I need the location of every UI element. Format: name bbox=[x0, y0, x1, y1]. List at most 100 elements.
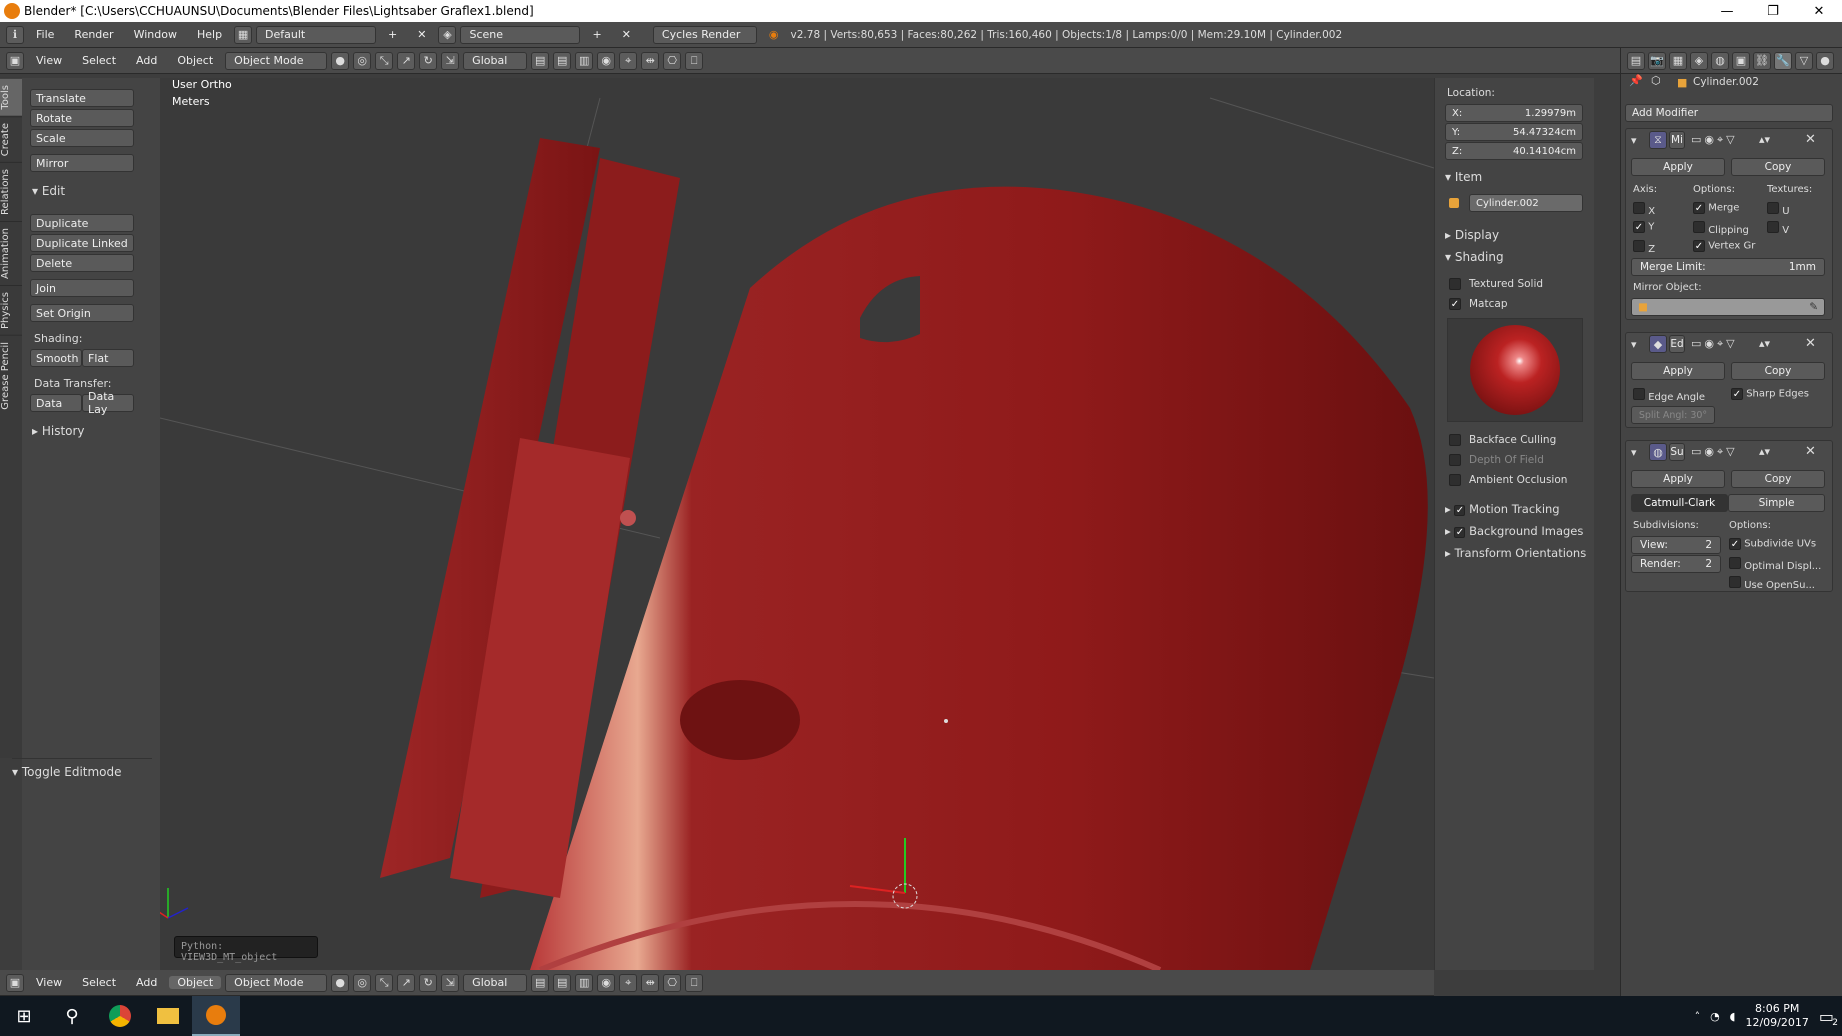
tab-relations[interactable]: Relations bbox=[0, 161, 22, 221]
menu-file[interactable]: File bbox=[28, 28, 62, 41]
bottom-orientation-select[interactable]: Global bbox=[463, 973, 528, 992]
mirror-vertex-group-toggle[interactable]: ✓ Vertex Gr bbox=[1693, 240, 1755, 252]
orientation-select[interactable]: Global bbox=[463, 51, 528, 70]
subsurf-display-icons[interactable]: ▭◉⌖▽ bbox=[1691, 445, 1738, 459]
world-tab-icon[interactable]: ◍ bbox=[1711, 51, 1729, 70]
motion-tracking-header[interactable]: ▸ ✓ Motion Tracking bbox=[1445, 502, 1560, 516]
mirror-axis-x-checkbox[interactable] bbox=[1633, 202, 1645, 214]
shading-panel-header[interactable]: ▾ Shading bbox=[1445, 250, 1504, 264]
blender-taskbar-icon[interactable] bbox=[192, 996, 240, 1036]
data-tab-icon[interactable]: ▽ bbox=[1795, 51, 1813, 70]
render-levels-field[interactable]: Render: 2 bbox=[1631, 555, 1721, 573]
translate-manipulator-icon[interactable]: ↗ bbox=[397, 51, 416, 70]
mode-select[interactable]: Object Mode bbox=[225, 51, 328, 70]
cylinder-body[interactable] bbox=[530, 186, 1428, 970]
mirror-merge-toggle[interactable]: ✓ Merge bbox=[1693, 202, 1739, 214]
matcap-preview[interactable] bbox=[1447, 318, 1583, 422]
search-icon[interactable]: ⚲ bbox=[48, 996, 96, 1036]
subsurf-name-field[interactable]: Su bbox=[1669, 443, 1685, 461]
duplicate-button[interactable]: Duplicate bbox=[30, 214, 134, 232]
bottom-menu-add[interactable]: Add bbox=[128, 976, 165, 989]
mirror-axis-y-checkbox[interactable]: ✓ bbox=[1633, 221, 1645, 233]
mirror-axis-z-toggle[interactable]: Z bbox=[1633, 240, 1655, 255]
mirror-clipping-checkbox[interactable] bbox=[1693, 221, 1705, 233]
optimal-display-checkbox[interactable] bbox=[1729, 557, 1741, 569]
use-opensubdiv-toggle[interactable]: Use OpenSu... bbox=[1729, 576, 1815, 591]
mirror-display-icons[interactable]: ▭◉⌖▽ bbox=[1691, 133, 1738, 147]
menu-render[interactable]: Render bbox=[66, 28, 121, 41]
windows-start-icon[interactable]: ⊞ bbox=[0, 996, 48, 1036]
depth-of-field-checkbox[interactable] bbox=[1449, 454, 1461, 466]
eyedropper-icon[interactable]: ✎ bbox=[1809, 301, 1818, 313]
menu-window[interactable]: Window bbox=[126, 28, 185, 41]
edge-angle-checkbox[interactable] bbox=[1633, 388, 1645, 400]
subdivide-uvs-toggle[interactable]: ✓ Subdivide UVs bbox=[1729, 538, 1816, 550]
remove-scene-icon[interactable]: ✕ bbox=[614, 28, 639, 41]
rotate-manipulator-icon[interactable]: ↻ bbox=[419, 51, 438, 70]
textured-solid-toggle[interactable]: Textured Solid bbox=[1449, 278, 1543, 290]
bottom-snap-icon[interactable]: ⌖ bbox=[619, 973, 638, 992]
background-images-checkbox[interactable]: ✓ bbox=[1454, 527, 1466, 538]
file-explorer-icon[interactable] bbox=[144, 996, 192, 1036]
motion-tracking-checkbox[interactable]: ✓ bbox=[1454, 505, 1466, 516]
bottom-menu-select[interactable]: Select bbox=[74, 976, 124, 989]
opengl-anim-icon[interactable]: ⎕ bbox=[685, 51, 704, 70]
delete-button[interactable]: Delete bbox=[30, 254, 134, 272]
bottom-snap-target-icon[interactable]: ⇹ bbox=[641, 973, 660, 992]
mirror-move-icon[interactable]: ▴▾ bbox=[1759, 133, 1770, 146]
mirror-apply-button[interactable]: Apply bbox=[1631, 158, 1725, 176]
properties-editor-icon[interactable]: ▤ bbox=[1627, 51, 1645, 70]
merge-limit-field[interactable]: Merge Limit: 1mm bbox=[1631, 258, 1825, 276]
bottom-viewport-shading-icon[interactable]: ● bbox=[331, 973, 350, 992]
transform-orientations-header[interactable]: ▸ Transform Orientations bbox=[1445, 546, 1586, 560]
join-button[interactable]: Join bbox=[30, 279, 134, 297]
translate-button[interactable]: Translate bbox=[30, 89, 134, 107]
edgesplit-remove-icon[interactable]: ✕ bbox=[1805, 336, 1816, 351]
bottom-translate-icon[interactable]: ↗ bbox=[397, 973, 416, 992]
scene-icon[interactable]: ◈ bbox=[438, 25, 457, 44]
bottom-pivot-icon[interactable]: ◎ bbox=[353, 973, 372, 992]
location-z-field[interactable]: Z: 40.14104cm bbox=[1445, 142, 1583, 160]
edgesplit-copy-button[interactable]: Copy bbox=[1731, 362, 1825, 380]
mirror-object-field[interactable]: ■ ✎ bbox=[1631, 298, 1825, 316]
bottom-menu-object[interactable]: Object bbox=[169, 976, 222, 989]
bottom-rotate-icon[interactable]: ↻ bbox=[419, 973, 438, 992]
action-center-icon[interactable]: ▭ 2 bbox=[1819, 1007, 1838, 1028]
bottom-mode-select[interactable]: Object Mode bbox=[225, 973, 328, 992]
edge-angle-toggle[interactable]: Edge Angle bbox=[1633, 388, 1705, 403]
mirror-collapse-icon[interactable]: ▾ bbox=[1631, 134, 1637, 147]
edgesplit-display-icons[interactable]: ▭◉⌖▽ bbox=[1691, 337, 1738, 351]
viewport-shading-icon[interactable]: ● bbox=[331, 51, 350, 70]
bottom-menu-view[interactable]: View bbox=[28, 976, 70, 989]
backface-culling-checkbox[interactable] bbox=[1449, 434, 1461, 446]
tray-chevron-icon[interactable]: ˄ bbox=[1695, 1010, 1701, 1023]
view-levels-field[interactable]: View: 2 bbox=[1631, 536, 1721, 554]
menu-add[interactable]: Add bbox=[128, 54, 165, 67]
catmull-clark-tab[interactable]: Catmull-Clark bbox=[1631, 494, 1728, 512]
display-panel-header[interactable]: ▸ Display bbox=[1445, 228, 1499, 242]
mirror-tex-v-toggle[interactable]: V bbox=[1767, 221, 1789, 236]
matcap-checkbox[interactable]: ✓ bbox=[1449, 298, 1461, 310]
location-x-field[interactable]: X: 1.29979m bbox=[1445, 104, 1583, 122]
screen-layout-field[interactable]: Default bbox=[256, 25, 377, 44]
bottom-manipulator-icon[interactable]: ⤡ bbox=[375, 973, 394, 992]
mirror-merge-checkbox[interactable]: ✓ bbox=[1693, 202, 1705, 214]
material-tab-icon[interactable]: ● bbox=[1816, 51, 1834, 70]
close-button[interactable]: ✕ bbox=[1796, 4, 1842, 19]
viewport-3d[interactable]: User Ortho Meters Python: VIEW3D_MT_obje… bbox=[160, 78, 1434, 970]
item-panel-header[interactable]: ▾ Item bbox=[1445, 170, 1482, 184]
tab-tools[interactable]: Tools bbox=[0, 78, 22, 116]
opengl-render-icon[interactable]: ⎔ bbox=[663, 51, 682, 70]
proportional-edit-icon[interactable]: ◉ bbox=[597, 51, 616, 70]
bottom-render-layer-icon[interactable]: ▥ bbox=[575, 973, 594, 992]
matcap-toggle[interactable]: ✓ Matcap bbox=[1449, 298, 1507, 310]
info-editor-icon[interactable]: ℹ bbox=[6, 25, 24, 44]
scale-button[interactable]: Scale bbox=[30, 129, 134, 147]
network-icon[interactable]: ◔ bbox=[1710, 1010, 1720, 1023]
scale-manipulator-icon[interactable]: ⇲ bbox=[441, 51, 460, 70]
constraints-tab-icon[interactable]: ⛓ bbox=[1753, 51, 1771, 70]
subsurf-apply-button[interactable]: Apply bbox=[1631, 470, 1725, 488]
snap-icon[interactable]: ⌖ bbox=[619, 51, 638, 70]
layers-icon[interactable]: ▤ bbox=[531, 51, 550, 70]
volume-icon[interactable]: ◖ bbox=[1730, 1010, 1736, 1023]
